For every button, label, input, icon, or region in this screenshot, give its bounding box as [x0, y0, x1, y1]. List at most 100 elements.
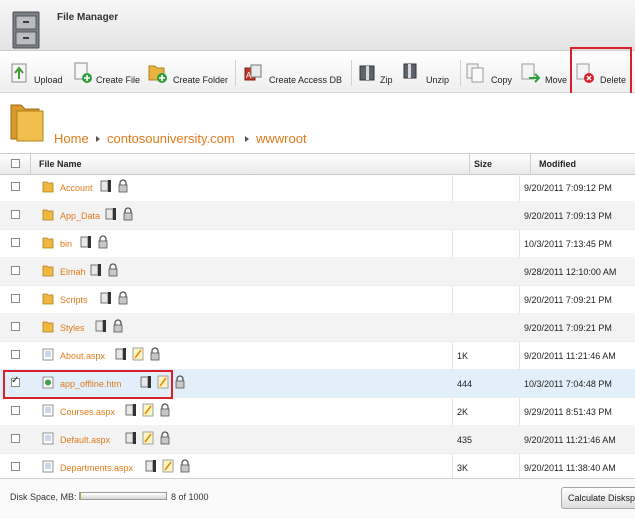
- edit-icon[interactable]: [142, 403, 154, 417]
- row-checkbox[interactable]: [11, 238, 20, 247]
- header-separator: [530, 154, 531, 174]
- footer: Disk Space, MB: 8 of 1000 Calculate Disk…: [0, 478, 635, 519]
- properties-icon[interactable]: [115, 347, 127, 361]
- select-all-checkbox[interactable]: [11, 159, 20, 168]
- toolbar: Upload Create File Create Folder A Creat…: [0, 52, 635, 93]
- permissions-lock-icon[interactable]: [112, 319, 124, 333]
- folder-icon: [42, 321, 54, 333]
- file-modified: 10/3/2011 7:13:45 PM: [524, 239, 612, 249]
- folder-icon: [42, 265, 54, 277]
- properties-icon[interactable]: [80, 235, 92, 249]
- upload-button[interactable]: Upload: [10, 58, 70, 88]
- file-modified: 9/20/2011 7:09:21 PM: [524, 295, 612, 305]
- permissions-lock-icon[interactable]: [122, 207, 134, 221]
- permissions-lock-icon[interactable]: [159, 431, 171, 445]
- move-label: Move: [545, 75, 568, 85]
- row-checkbox[interactable]: [11, 182, 20, 191]
- file-name-link[interactable]: Courses.aspx: [60, 407, 115, 417]
- zip-icon: [359, 65, 375, 81]
- breadcrumb-arrow-icon: [245, 136, 249, 142]
- disk-space-value: 8 of 1000: [171, 492, 209, 502]
- file-modified: 10/3/2011 7:04:48 PM: [524, 379, 612, 389]
- file-size: 435: [457, 435, 473, 445]
- properties-icon[interactable]: [100, 179, 112, 193]
- row-checkbox[interactable]: [11, 294, 20, 303]
- table-row[interactable]: Styles 9/20/2011 7:09:21 PM: [0, 313, 635, 342]
- move-button[interactable]: Move: [521, 58, 569, 88]
- toolbar-separator: [235, 60, 236, 86]
- edit-icon[interactable]: [132, 347, 144, 361]
- properties-icon[interactable]: [105, 207, 117, 221]
- permissions-lock-icon[interactable]: [117, 179, 129, 193]
- header-separator: [469, 154, 470, 174]
- row-checkbox[interactable]: [11, 406, 20, 415]
- table-row[interactable]: Account 9/20/2011 7:09:12 PM: [0, 173, 635, 202]
- properties-icon[interactable]: [100, 291, 112, 305]
- copy-label: Copy: [491, 75, 513, 85]
- file-name-link[interactable]: Styles: [60, 323, 85, 333]
- permissions-lock-icon[interactable]: [107, 263, 119, 277]
- permissions-lock-icon[interactable]: [117, 291, 129, 305]
- permissions-lock-icon[interactable]: [179, 459, 191, 473]
- create-file-button[interactable]: Create File: [74, 58, 144, 88]
- header-separator: [30, 154, 31, 174]
- folder-icon: [42, 237, 54, 249]
- permissions-lock-icon[interactable]: [97, 235, 109, 249]
- file-name-link[interactable]: Account: [60, 183, 93, 193]
- breadcrumb: Home contosouniversity.com wwwroot: [0, 93, 635, 153]
- column-size[interactable]: Size: [474, 159, 492, 169]
- file-name-link[interactable]: Departments.aspx: [60, 463, 133, 473]
- breadcrumb-domain[interactable]: contosouniversity.com: [107, 131, 235, 146]
- properties-icon[interactable]: [145, 459, 157, 473]
- file-name-link[interactable]: Default.aspx: [60, 435, 110, 445]
- properties-icon[interactable]: [95, 319, 107, 333]
- create-access-db-button[interactable]: A Create Access DB: [243, 58, 347, 88]
- breadcrumb-arrow-icon: [96, 136, 100, 142]
- zip-button[interactable]: Zip: [358, 58, 396, 88]
- aspx-file-icon: [42, 348, 54, 361]
- copy-icon: [466, 63, 484, 83]
- row-checkbox[interactable]: [11, 210, 20, 219]
- file-modified: 9/28/2011 12:10:00 AM: [524, 267, 617, 277]
- table-row[interactable]: Scripts 9/20/2011 7:09:21 PM: [0, 285, 635, 314]
- unzip-button[interactable]: Unzip: [402, 58, 456, 88]
- file-size: 1K: [457, 351, 469, 361]
- calculate-diskspace-button[interactable]: Calculate Diskspace: [561, 487, 635, 509]
- disk-space-label: Disk Space, MB:: [10, 492, 77, 502]
- aspx-file-icon: [42, 432, 54, 445]
- table-row[interactable]: Default.aspx 435 9/20/2011 11:21:46 AM: [0, 425, 635, 454]
- properties-icon[interactable]: [125, 403, 137, 417]
- file-name-link[interactable]: Elmah: [60, 267, 86, 277]
- properties-icon[interactable]: [125, 431, 137, 445]
- row-checkbox[interactable]: [11, 350, 20, 359]
- table-row[interactable]: Elmah 9/28/2011 12:10:00 AM: [0, 257, 635, 286]
- edit-icon[interactable]: [142, 431, 154, 445]
- table-row[interactable]: App_Data 9/20/2011 7:09:13 PM: [0, 201, 635, 230]
- properties-icon[interactable]: [90, 263, 102, 277]
- table-row[interactable]: bin 10/3/2011 7:13:45 PM: [0, 229, 635, 258]
- table-row[interactable]: Courses.aspx 2K 9/29/2011 8:51:43 PM: [0, 397, 635, 426]
- app-title: File Manager: [57, 12, 119, 23]
- breadcrumb-wwwroot[interactable]: wwwroot: [256, 131, 307, 146]
- permissions-lock-icon[interactable]: [159, 403, 171, 417]
- column-modified[interactable]: Modified: [539, 159, 576, 169]
- calculate-diskspace-label: Calculate Diskspace: [568, 493, 635, 503]
- column-file-name[interactable]: File Name: [39, 159, 82, 169]
- create-folder-button[interactable]: Create Folder: [148, 58, 232, 88]
- row-checkbox[interactable]: [11, 434, 20, 443]
- row-checkbox[interactable]: [11, 266, 20, 275]
- row-checkbox[interactable]: [11, 462, 20, 471]
- breadcrumb-home[interactable]: Home: [54, 131, 89, 146]
- table-row[interactable]: About.aspx 1K 9/20/2011 11:21:46 AM: [0, 341, 635, 370]
- file-name-link[interactable]: Scripts: [60, 295, 88, 305]
- file-name-link[interactable]: App_Data: [60, 211, 100, 221]
- file-name-link[interactable]: About.aspx: [60, 351, 105, 361]
- edit-icon[interactable]: [162, 459, 174, 473]
- copy-button[interactable]: Copy: [466, 58, 516, 88]
- row-checkbox[interactable]: [11, 322, 20, 331]
- toolbar-separator: [460, 60, 461, 86]
- folder-icon: [42, 293, 54, 305]
- file-name-link[interactable]: bin: [60, 239, 72, 249]
- permissions-lock-icon[interactable]: [149, 347, 161, 361]
- permissions-lock-icon[interactable]: [174, 375, 186, 389]
